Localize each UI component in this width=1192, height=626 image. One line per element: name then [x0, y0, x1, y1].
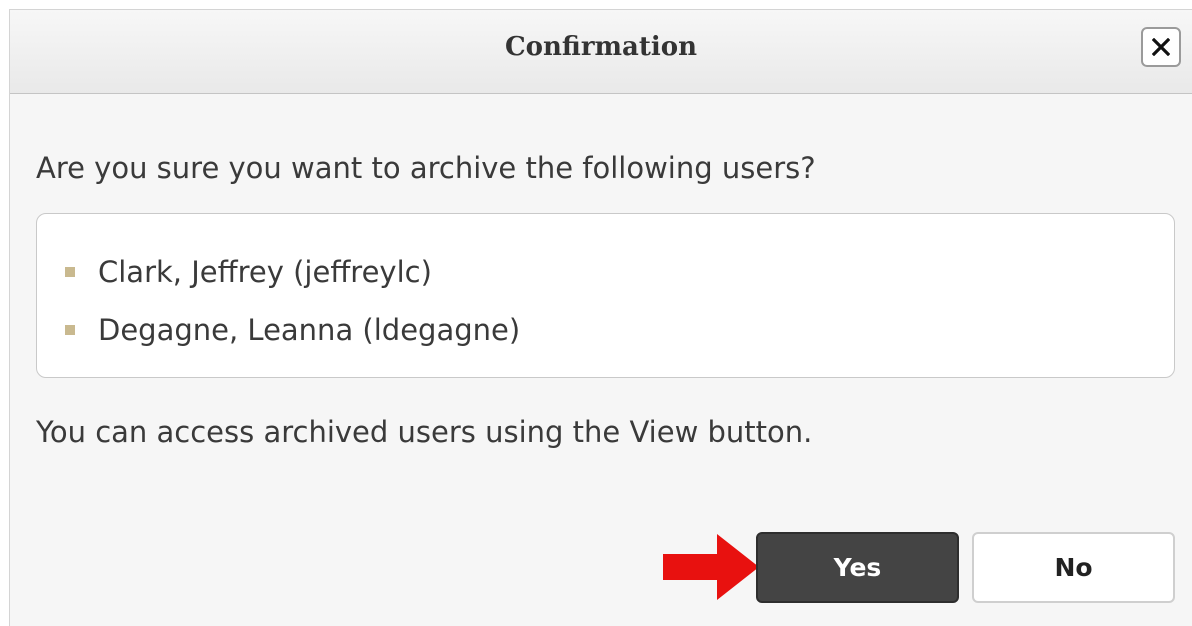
dialog-title: Confirmation: [504, 32, 698, 62]
confirmation-dialog: Confirmation Are you sure you want to ar…: [9, 9, 1192, 626]
list-item-label: Clark, Jeffrey (jeffreylc): [98, 255, 432, 289]
close-icon: [1152, 38, 1170, 56]
red-arrow-icon: [663, 534, 759, 600]
list-item-label: Degagne, Leanna (ldegagne): [98, 313, 521, 347]
list-item: Clark, Jeffrey (jeffreylc): [37, 252, 1174, 292]
close-button[interactable]: [1141, 27, 1181, 67]
confirmation-question: Are you sure you want to archive the fol…: [36, 151, 816, 185]
dialog-titlebar: Confirmation: [10, 10, 1192, 94]
bullet-icon: [65, 325, 75, 335]
user-list: Clark, Jeffrey (jeffreylc) Degagne, Lean…: [36, 213, 1175, 378]
yes-button[interactable]: Yes: [756, 532, 959, 603]
bullet-icon: [65, 267, 75, 277]
archive-info-text: You can access archived users using the …: [36, 415, 813, 449]
list-item: Degagne, Leanna (ldegagne): [37, 310, 1174, 350]
no-button[interactable]: No: [972, 532, 1175, 603]
